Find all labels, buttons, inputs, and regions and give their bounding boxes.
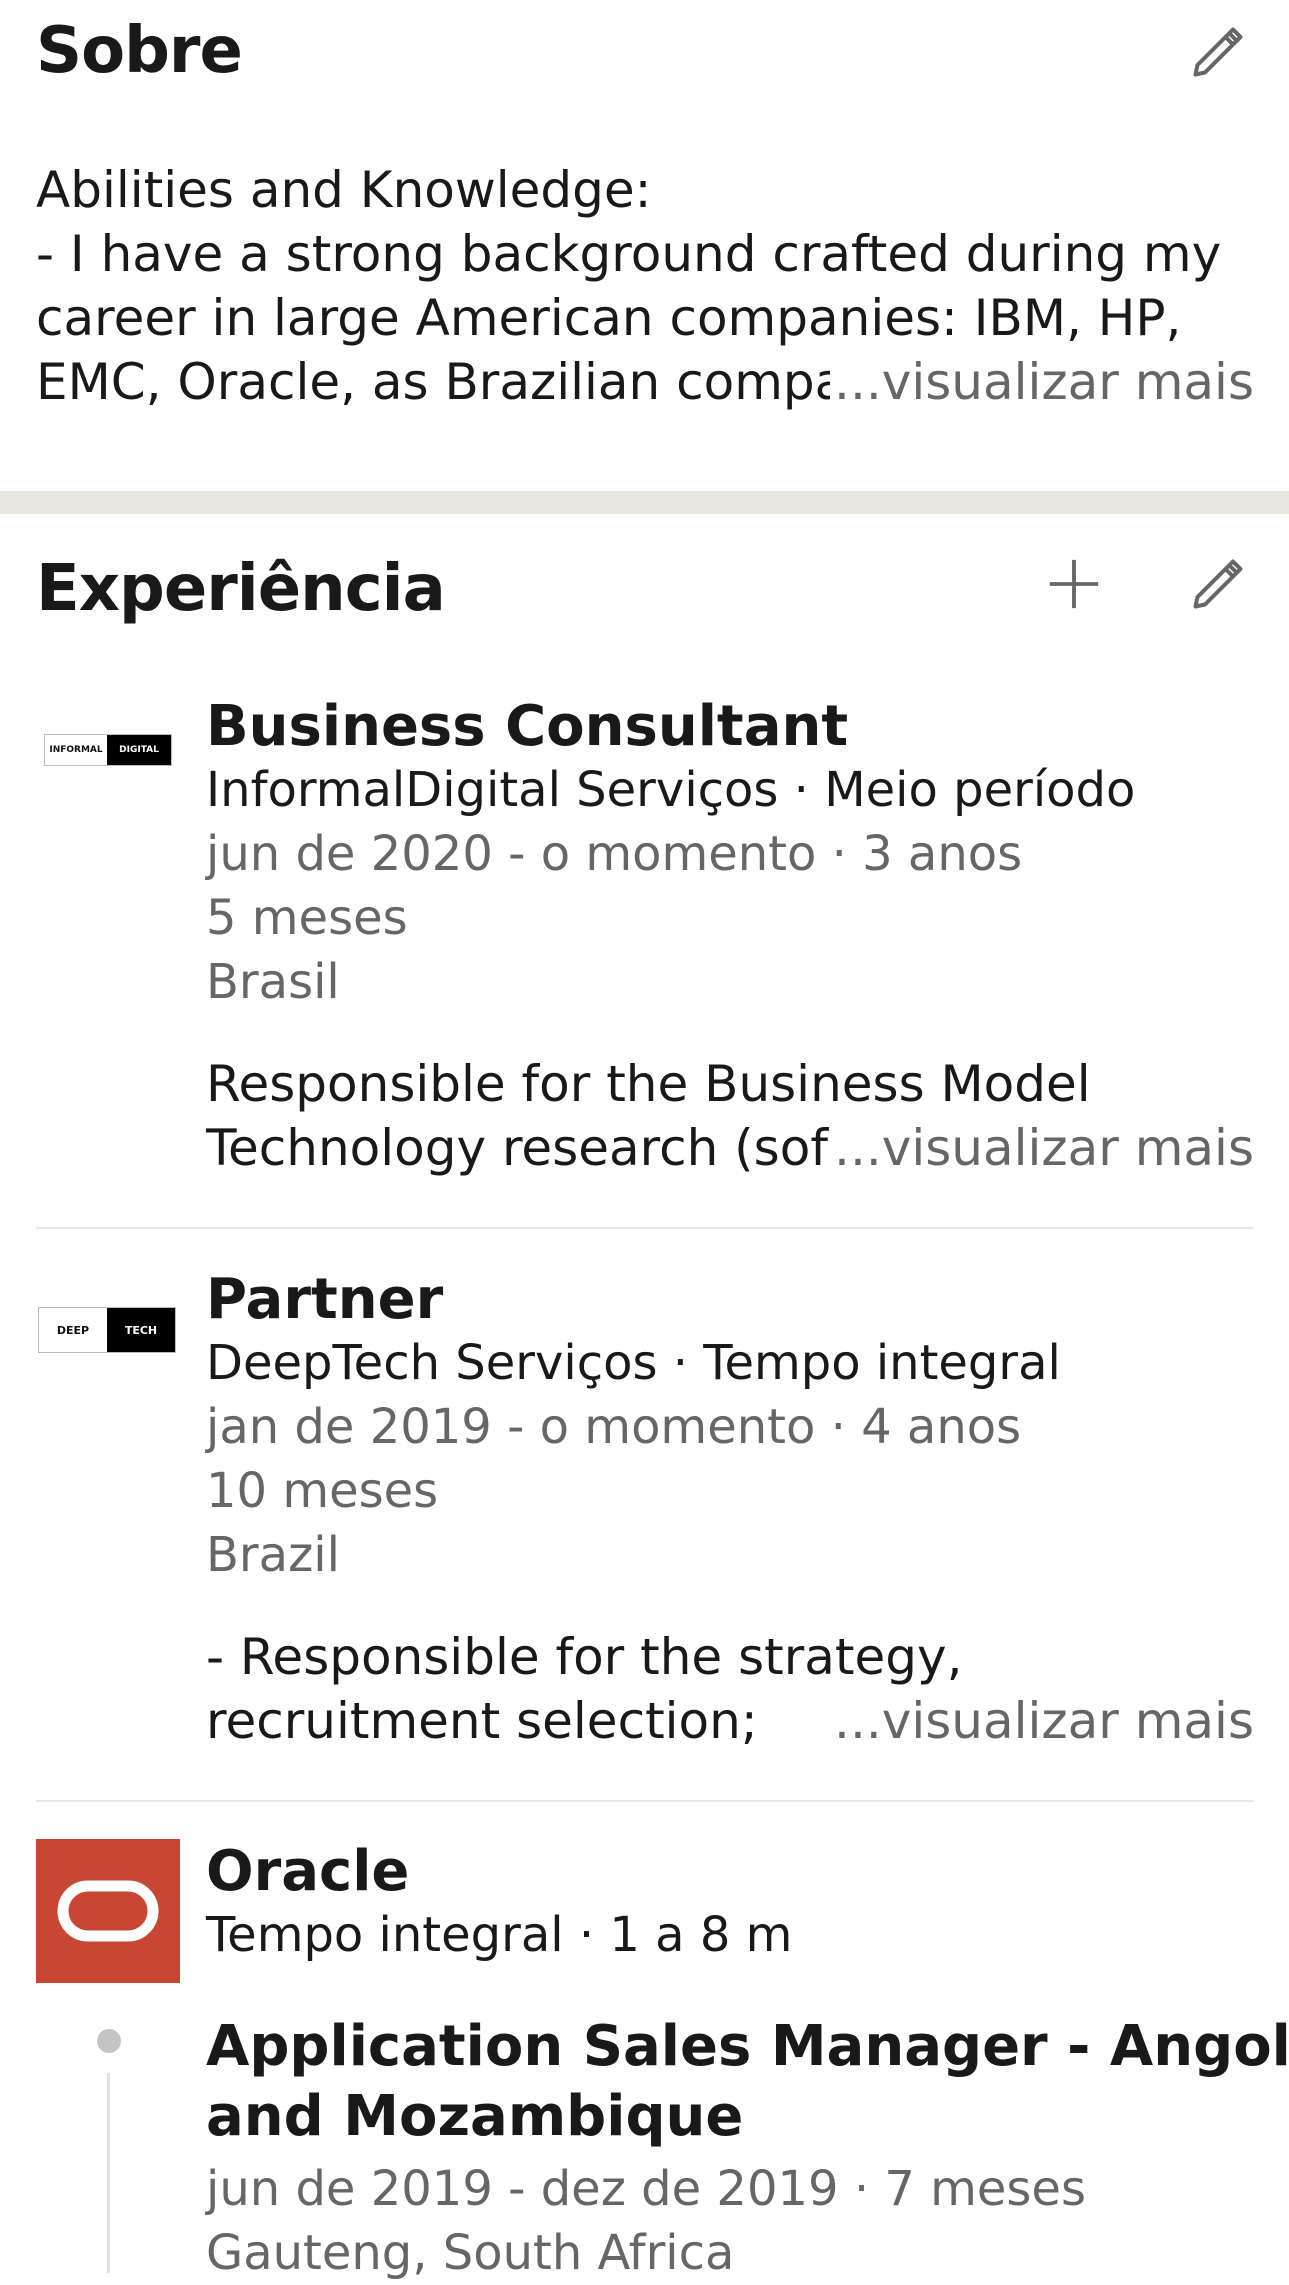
about-section: Sobre Abilities and Knowledge: - I have …: [0, 0, 1289, 491]
job-description: Responsible for the Business Model Techn…: [206, 1052, 1254, 1180]
about-line: - I have a strong background crafted dur…: [36, 225, 1222, 283]
oracle-logo: [36, 1839, 180, 1983]
experience-group[interactable]: Oracle Tempo integral · 1 a 8 m Applicat…: [36, 1839, 1289, 2281]
date-range: jun de 2020 - o momento · 3 anos: [206, 826, 1023, 882]
add-experience-button[interactable]: [1038, 548, 1110, 620]
experience-title: Experiência: [36, 552, 446, 626]
job-title: Business Consultant: [206, 694, 849, 759]
about-line: Abilities and Knowledge:: [36, 161, 652, 219]
description-line: recruitment selection;: [206, 1692, 758, 1750]
experience-item[interactable]: DEEP TECH Partner DeepTech Serviços · Te…: [36, 1267, 1254, 1753]
edit-about-button[interactable]: [1182, 16, 1254, 88]
plus-icon: [1049, 559, 1099, 609]
job-title: Partner: [206, 1267, 444, 1332]
logo-text-right: DIGITAL: [107, 735, 171, 765]
company-line: DeepTech Serviços · Tempo integral: [206, 1335, 1061, 1391]
logo-text-left: INFORMAL: [45, 735, 107, 765]
company-name: Oracle: [206, 1839, 410, 1904]
duration-extra: 10 meses: [206, 1463, 439, 1519]
about-see-more-link[interactable]: ...visualizar mais: [830, 350, 1254, 414]
logo-text-right: TECH: [107, 1308, 175, 1352]
see-more-link[interactable]: ...visualizar mais: [830, 1116, 1254, 1180]
section-divider: [0, 491, 1289, 514]
about-line: career in large American companies: IBM,…: [36, 289, 1182, 347]
duration-extra: 5 meses: [206, 890, 408, 946]
company-logo: INFORMAL DIGITAL: [44, 734, 172, 766]
role-title-line2: and Mozambique: [206, 2084, 744, 2149]
timeline-dot: [97, 2029, 121, 2053]
location: Brasil: [206, 954, 340, 1010]
role-title-line1: Application Sales Manager - Angola: [206, 2014, 1289, 2079]
edit-experience-button[interactable]: [1182, 548, 1254, 620]
description-line: Technology research (sof: [206, 1119, 828, 1177]
logo-text-left: DEEP: [39, 1308, 107, 1352]
company-line: InformalDigital Serviços · Meio período: [206, 762, 1136, 818]
item-divider: [36, 1800, 1254, 1802]
see-more-link[interactable]: ...visualizar mais: [830, 1689, 1254, 1753]
description-line: - Responsible for the strategy,: [206, 1628, 963, 1686]
location: Brazil: [206, 1527, 340, 1583]
about-title: Sobre: [36, 14, 243, 88]
job-description: - Responsible for the strategy, recruitm…: [206, 1625, 1254, 1753]
company-logo: DEEP TECH: [38, 1307, 176, 1353]
about-text: Abilities and Knowledge: - I have a stro…: [36, 158, 1254, 414]
employment-summary: Tempo integral · 1 a 8 m: [206, 1907, 793, 1963]
description-line: Responsible for the Business Model: [206, 1055, 1091, 1113]
oracle-icon: [57, 1880, 159, 1942]
pencil-icon: [1193, 27, 1243, 77]
timeline-line: [107, 2073, 110, 2273]
item-divider: [36, 1227, 1254, 1229]
experience-section: Experiência INFORMAL DIGITAL Business Co…: [0, 514, 1289, 2281]
pencil-icon: [1193, 559, 1243, 609]
about-line: EMC, Oracle, as Brazilian compa: [36, 353, 846, 411]
role-dates: jun de 2019 - dez de 2019 · 7 meses: [206, 2161, 1086, 2217]
role-location: Gauteng, South Africa: [206, 2225, 735, 2281]
experience-item[interactable]: INFORMAL DIGITAL Business Consultant Inf…: [36, 694, 1254, 1180]
date-range: jan de 2019 - o momento · 4 anos: [206, 1399, 1022, 1455]
